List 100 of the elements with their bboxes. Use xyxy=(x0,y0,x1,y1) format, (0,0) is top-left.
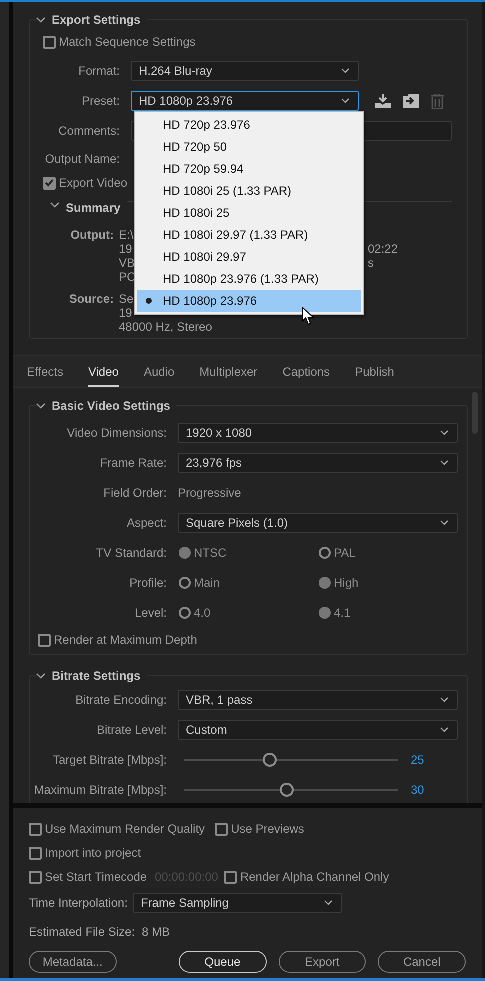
slider-value: 30 xyxy=(411,783,424,797)
chevron-icon[interactable] xyxy=(36,402,46,410)
checkbox-option[interactable]: Import into project xyxy=(29,846,142,860)
checkbox-option[interactable]: Render Alpha Channel Only xyxy=(224,870,390,884)
dropdown[interactable]: 23,976 fps xyxy=(178,453,458,473)
checkbox-option[interactable]: Use Previews xyxy=(215,822,304,836)
field-label: Preset: xyxy=(80,94,120,108)
radio-option[interactable]: NTSC xyxy=(179,546,319,560)
tab[interactable]: Effects xyxy=(27,359,64,387)
menu-item[interactable]: HD 1080i 29.97 (1.33 PAR) xyxy=(137,224,361,246)
menu-item[interactable]: HD 1080i 25 (1.33 PAR) xyxy=(137,180,361,202)
tab[interactable]: Multiplexer xyxy=(200,359,258,387)
summary-text: Se xyxy=(119,292,134,306)
dropdown[interactable]: VBR, 1 pass xyxy=(178,690,458,710)
checkbox-option[interactable]: Use Maximum Render Quality xyxy=(29,822,206,836)
section-title: Summary xyxy=(66,201,121,215)
checkbox[interactable] xyxy=(29,846,42,860)
field-label: Target Bitrate [Mbps]: xyxy=(52,753,167,767)
dropdown[interactable]: Frame Sampling xyxy=(132,893,342,913)
dropdown[interactable]: H.264 Blu-ray xyxy=(131,60,359,80)
radio-option[interactable]: 4.0 xyxy=(179,606,319,620)
summary-label: Output: xyxy=(70,228,114,242)
field-label: Video Dimensions: xyxy=(66,426,167,440)
menu-item[interactable]: HD 1080p 23.976 (1.33 PAR) xyxy=(137,268,361,290)
field-label: Level: xyxy=(134,606,167,620)
dropdown[interactable]: Custom xyxy=(178,720,458,740)
summary-text: 19 xyxy=(119,242,132,256)
checkbox-option[interactable]: Set Start Timecode xyxy=(29,870,148,884)
checkbox-option[interactable]: Match Sequence Settings xyxy=(43,35,196,49)
dialog-button[interactable]: Metadata... xyxy=(29,951,117,973)
field-label: Format: xyxy=(78,64,120,78)
mouse-cursor-icon xyxy=(302,307,314,325)
section-title: Export Settings xyxy=(52,13,141,27)
checkbox[interactable] xyxy=(43,36,56,48)
caret-icon xyxy=(440,697,449,703)
menu-item[interactable]: HD 1080i 29.97 xyxy=(137,246,361,268)
dialog-button[interactable]: Queue xyxy=(178,951,266,973)
checkbox[interactable] xyxy=(38,634,51,646)
checkbox-option[interactable]: Render at Maximum Depth xyxy=(38,633,198,647)
tab[interactable]: Captions xyxy=(282,359,330,387)
summary-text: 02:22 xyxy=(368,242,398,256)
dropdown[interactable]: 1920 x 1080 xyxy=(178,423,458,443)
slider[interactable] xyxy=(184,783,398,797)
radio-button[interactable] xyxy=(179,607,191,619)
radio-button[interactable] xyxy=(179,547,191,559)
dialog-button[interactable]: Export xyxy=(278,951,366,973)
slider-thumb[interactable] xyxy=(262,753,277,767)
summary-text: VB xyxy=(119,256,136,270)
radio-option[interactable]: PAL xyxy=(319,546,459,560)
radio-option[interactable]: Main xyxy=(179,576,319,590)
field-label: Bitrate Encoding: xyxy=(74,693,167,707)
caret-icon xyxy=(341,98,350,104)
dropdown[interactable]: Square Pixels (1.0) xyxy=(178,513,458,533)
estimated-size-value: 8 MB xyxy=(142,925,170,939)
checkbox[interactable] xyxy=(29,822,42,836)
slider-value: 25 xyxy=(411,753,424,767)
radio-button[interactable] xyxy=(319,607,331,619)
field-label: Profile: xyxy=(128,576,167,590)
radio-button[interactable] xyxy=(319,547,331,559)
caret-icon xyxy=(324,900,333,906)
field-label: Maximum Bitrate [Mbps]: xyxy=(33,783,167,797)
field-label: Aspect: xyxy=(126,516,167,530)
tab[interactable]: Video xyxy=(88,359,119,387)
radio-option[interactable]: High xyxy=(319,576,459,590)
menu-item[interactable]: HD 1080i 25 xyxy=(137,202,361,224)
radio-button[interactable] xyxy=(179,577,191,589)
radio-button[interactable] xyxy=(319,577,331,589)
chevron-icon[interactable] xyxy=(50,201,60,209)
checkbox[interactable] xyxy=(215,822,228,836)
summary-text: E:\ xyxy=(119,228,134,242)
caret-icon xyxy=(440,520,449,526)
menu-item[interactable]: HD 720p 59.94 xyxy=(137,158,361,180)
caret-icon xyxy=(341,68,350,74)
caret-icon xyxy=(440,430,449,436)
caret-icon xyxy=(440,727,449,733)
menu-item[interactable]: HD 720p 23.976 xyxy=(137,114,361,136)
checkbox[interactable] xyxy=(224,870,238,884)
summary-text: s xyxy=(368,256,374,270)
checkbox[interactable] xyxy=(29,870,42,884)
checkbox[interactable] xyxy=(43,176,56,190)
section-title: Bitrate Settings xyxy=(52,669,141,683)
slider-thumb[interactable] xyxy=(280,783,294,797)
radio-option[interactable]: 4.1 xyxy=(319,606,459,620)
menu-item[interactable]: HD 1080p 23.976 xyxy=(137,290,361,312)
estimated-size-label: Estimated File Size: xyxy=(29,925,136,939)
dialog-button[interactable]: Cancel xyxy=(378,951,466,973)
field-label: Comments: xyxy=(58,124,120,138)
tab[interactable]: Publish xyxy=(355,359,394,387)
tab[interactable]: Audio xyxy=(144,359,175,387)
download-icon[interactable] xyxy=(375,94,391,108)
import-icon[interactable] xyxy=(403,94,419,108)
slider[interactable] xyxy=(184,753,398,767)
chevron-icon[interactable] xyxy=(36,672,46,680)
summary-text: 19 xyxy=(119,306,132,320)
caret-icon xyxy=(440,460,449,466)
menu-item[interactable]: HD 720p 50 xyxy=(137,136,361,158)
field-label: TV Standard: xyxy=(95,546,167,560)
checkbox-option[interactable]: Export Video xyxy=(43,176,128,190)
field-label: Field Order: xyxy=(102,486,167,500)
chevron-icon[interactable] xyxy=(36,16,46,24)
